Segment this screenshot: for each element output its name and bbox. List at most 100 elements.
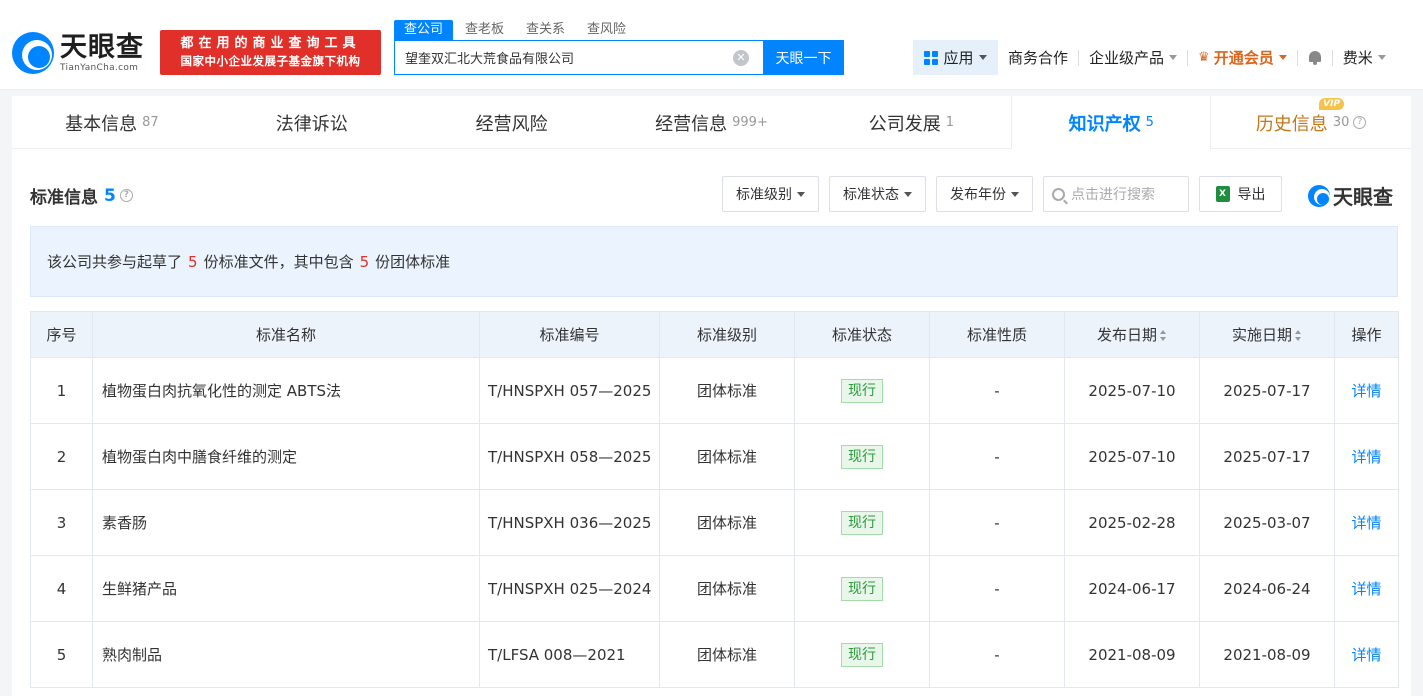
- detail-link[interactable]: 详情: [1351, 646, 1381, 664]
- cell-status: 现行: [794, 555, 930, 622]
- sort-icon[interactable]: [1160, 330, 1167, 341]
- col-status: 标准状态: [794, 311, 930, 358]
- cell-level: 团体标准: [659, 621, 795, 688]
- summary-count: 5: [359, 252, 370, 271]
- cell-name: 植物蛋白肉抗氧化性的测定 ABTS法: [92, 357, 480, 424]
- search-tab-relation[interactable]: 查关系: [516, 20, 575, 40]
- section-search-input[interactable]: 点击进行搜索: [1043, 176, 1189, 212]
- cell-index: 1: [30, 357, 93, 424]
- col-publish-date[interactable]: 发布日期: [1064, 311, 1200, 358]
- enterprise-products-menu[interactable]: 企业级产品: [1079, 40, 1187, 75]
- tab-business-info[interactable]: 经营信息 999+: [612, 96, 812, 149]
- cell-publish-date: 2025-07-10: [1064, 423, 1200, 490]
- cell-code: T/HNSPXH 025—2024: [479, 555, 660, 622]
- col-publish-date-label: 发布日期: [1096, 326, 1157, 344]
- cell-name: 熟肉制品: [92, 621, 480, 688]
- export-button[interactable]: X 导出: [1199, 176, 1282, 212]
- search-tab-risk[interactable]: 查风险: [577, 20, 636, 40]
- table-row: 1 植物蛋白肉抗氧化性的测定 ABTS法 T/HNSPXH 057—2025 团…: [30, 357, 1399, 424]
- search-input[interactable]: 望奎双汇北大荒食品有限公司 ✕: [394, 40, 764, 75]
- detail-link[interactable]: 详情: [1351, 382, 1381, 400]
- company-tabs: 基本信息 87 法律诉讼 经营风险 经营信息 999+ 公司发展 1 知识产权 5 VI…: [12, 96, 1411, 149]
- tab-label: 经营信息: [655, 113, 728, 135]
- tab-intellectual-property[interactable]: 知识产权 5: [1011, 96, 1212, 149]
- col-code: 标准编号: [479, 311, 660, 358]
- table-header-row: 序号 标准名称 标准编号 标准级别 标准状态 标准性质 发布日期 实施日期 操作: [30, 311, 1399, 358]
- search-button[interactable]: 天眼一下: [763, 40, 844, 75]
- tab-litigation[interactable]: 法律诉讼: [212, 96, 412, 149]
- summary-banner: 该公司共参与起草了 5 份标准文件，其中包含 5 份团体标准: [30, 226, 1398, 297]
- chevron-down-icon: [1278, 55, 1287, 60]
- tab-count: 30: [1332, 115, 1350, 130]
- clear-icon[interactable]: ✕: [733, 50, 749, 66]
- detail-link[interactable]: 详情: [1351, 580, 1381, 598]
- cell-implement-date: 2025-03-07: [1199, 489, 1335, 556]
- tab-business-risk[interactable]: 经营风险: [412, 96, 612, 149]
- business-coop-link[interactable]: 商务合作: [998, 40, 1078, 75]
- section-title: 标准信息 5 ?: [30, 183, 133, 208]
- user-name: 费米: [1342, 49, 1373, 67]
- main-card: 基本信息 87 法律诉讼 经营风险 经营信息 999+ 公司发展 1 知识产权 5 VI…: [12, 96, 1411, 696]
- search-type-tabs: 查公司 查老板 查关系 查风险: [394, 20, 638, 40]
- col-implement-date[interactable]: 实施日期: [1199, 311, 1335, 358]
- summary-text: 份标准文件，其中包含: [203, 253, 354, 271]
- cell-level: 团体标准: [659, 489, 795, 556]
- cell-level: 团体标准: [659, 357, 795, 424]
- app-menu-button[interactable]: 应用: [913, 40, 998, 75]
- tab-history-info[interactable]: VIP 历史信息 30?: [1211, 96, 1411, 149]
- tab-label: 法律诉讼: [275, 113, 348, 135]
- filter-status-dropdown[interactable]: 标准状态: [829, 176, 926, 212]
- user-menu[interactable]: 费米: [1333, 40, 1396, 75]
- vip-menu[interactable]: ♛ 开通会员: [1188, 40, 1297, 75]
- filter-level-dropdown[interactable]: 标准级别: [722, 176, 819, 212]
- cell-status: 现行: [794, 621, 930, 688]
- filter-label: 标准级别: [736, 187, 792, 203]
- section-count: 5: [104, 185, 116, 206]
- cell-publish-date: 2025-02-28: [1064, 489, 1200, 556]
- search-tab-company[interactable]: 查公司: [394, 20, 454, 40]
- col-level: 标准级别: [659, 311, 795, 358]
- cell-status: 现行: [794, 357, 930, 424]
- table-row: 4 生鲜猪产品 T/HNSPXH 025—2024 团体标准 现行 - 2024…: [30, 555, 1399, 622]
- status-badge: 现行: [841, 642, 883, 667]
- tab-label: 历史信息: [1255, 113, 1328, 135]
- cell-action: 详情: [1334, 555, 1399, 622]
- help-icon[interactable]: ?: [1353, 116, 1367, 129]
- top-nav: 应用 商务合作 企业级产品 ♛ 开通会员 费米: [913, 40, 1396, 75]
- col-name: 标准名称: [92, 311, 480, 358]
- cell-publish-date: 2024-06-17: [1064, 555, 1200, 622]
- cell-status: 现行: [794, 423, 930, 490]
- sort-icon[interactable]: [1295, 330, 1302, 341]
- col-index: 序号: [30, 311, 93, 358]
- cell-index: 4: [30, 555, 93, 622]
- brand-watermark: 天眼查: [1308, 181, 1393, 210]
- filter-year-dropdown[interactable]: 发布年份: [936, 176, 1033, 212]
- chevron-down-icon: [1169, 55, 1178, 60]
- slogan-banner: 都在用的商业查询工具 国家中小企业发展子基金旗下机构: [160, 30, 381, 75]
- site-logo[interactable]: 天眼查 TianYanCha.com: [12, 32, 144, 74]
- tab-label: 经营风险: [475, 113, 548, 135]
- excel-icon: X: [1215, 186, 1230, 202]
- chevron-down-icon: [797, 191, 805, 197]
- cell-index: 3: [30, 489, 93, 556]
- bell-icon: [1308, 50, 1322, 66]
- cell-nature: -: [929, 555, 1065, 622]
- cell-action: 详情: [1334, 489, 1399, 556]
- tab-company-development[interactable]: 公司发展 1: [811, 96, 1011, 149]
- col-nature: 标准性质: [929, 311, 1065, 358]
- cell-level: 团体标准: [659, 423, 795, 490]
- detail-link[interactable]: 详情: [1351, 514, 1381, 532]
- cell-name: 生鲜猪产品: [92, 555, 480, 622]
- tab-basic-info[interactable]: 基本信息 87: [12, 96, 212, 149]
- cell-action: 详情: [1334, 357, 1399, 424]
- logo-title: 天眼查: [60, 31, 144, 63]
- detail-link[interactable]: 详情: [1351, 448, 1381, 466]
- search-tab-boss[interactable]: 查老板: [455, 20, 514, 40]
- cell-nature: -: [929, 621, 1065, 688]
- search-input-value: 望奎双汇北大荒食品有限公司: [405, 52, 575, 67]
- help-icon[interactable]: ?: [119, 189, 133, 202]
- notification-button[interactable]: [1298, 40, 1332, 75]
- logo-domain: TianYanCha.com: [60, 62, 139, 73]
- vip-badge: VIP: [1319, 98, 1345, 110]
- business-coop-label: 商务合作: [1008, 49, 1069, 67]
